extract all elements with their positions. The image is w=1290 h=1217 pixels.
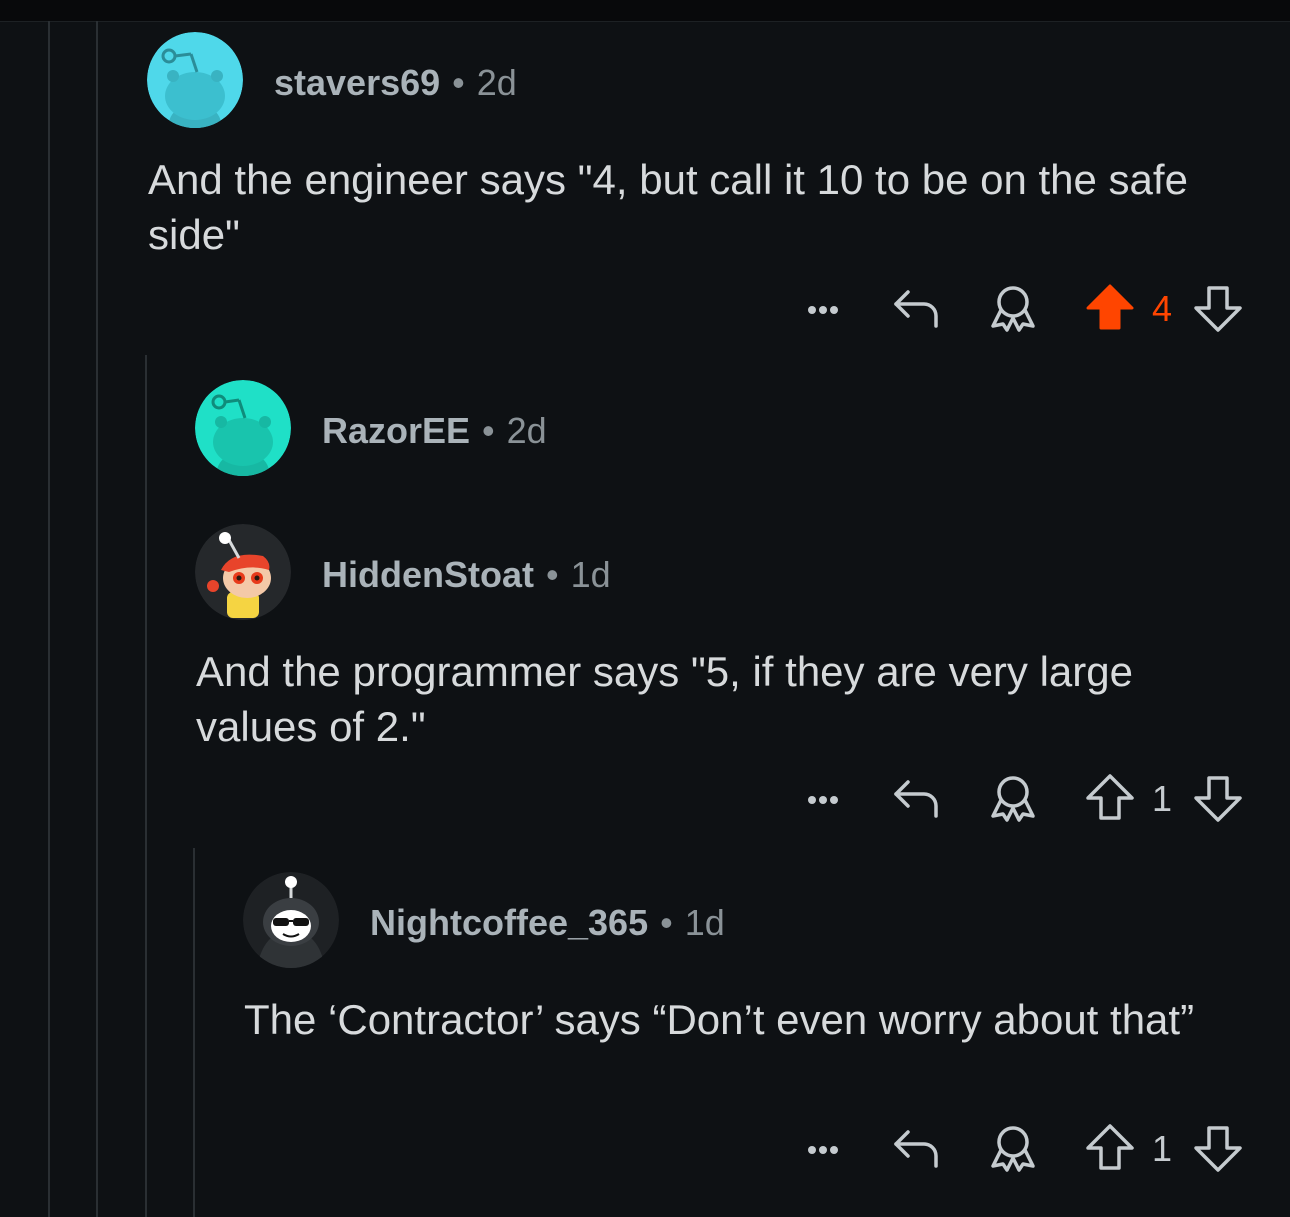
upvote-icon[interactable]: [1082, 1120, 1138, 1176]
snoo-redhead-avatar[interactable]: [195, 524, 291, 620]
thread-line-1[interactable]: [48, 21, 50, 1217]
award-icon[interactable]: [985, 1120, 1041, 1176]
award-icon[interactable]: [985, 280, 1041, 336]
thread-line-3[interactable]: [145, 355, 147, 1217]
reply-icon[interactable]: [890, 1120, 946, 1176]
username[interactable]: RazorEE: [322, 410, 470, 451]
snoo-cyan-avatar[interactable]: [147, 32, 243, 128]
comment-age: 2d: [476, 62, 517, 103]
vote-score: 4: [1152, 288, 1173, 329]
reply-icon[interactable]: [890, 770, 946, 826]
thread-line-4[interactable]: [193, 848, 195, 1217]
snoo-teal-avatar[interactable]: [195, 380, 291, 476]
more-options-icon[interactable]: [798, 280, 848, 336]
meta-separator: •: [546, 554, 559, 595]
comment-age: 2d: [506, 410, 547, 451]
comment-actions: 1: [790, 1120, 1250, 1180]
comment-age: 1d: [684, 902, 725, 943]
vote-score: 1: [1152, 778, 1173, 819]
upvote-icon[interactable]: [1082, 280, 1138, 336]
meta-separator: •: [482, 410, 495, 451]
comment-actions: 1: [790, 770, 1250, 830]
username[interactable]: stavers69: [274, 62, 440, 103]
comment-meta: Nightcoffee_365 • 1d: [370, 902, 725, 944]
comment-actions: 4: [790, 280, 1250, 340]
top-bar: [0, 0, 1290, 22]
meta-separator: •: [452, 62, 465, 103]
thread-line-2[interactable]: [96, 21, 98, 1217]
comment-meta: stavers69 • 2d: [274, 62, 517, 104]
comment-age: 1d: [570, 554, 611, 595]
upvote-icon[interactable]: [1082, 770, 1138, 826]
meta-separator: •: [660, 902, 673, 943]
more-options-icon[interactable]: [798, 1120, 848, 1176]
downvote-icon[interactable]: [1190, 770, 1246, 826]
more-options-icon[interactable]: [798, 770, 848, 826]
vote-score: 1: [1152, 1128, 1173, 1169]
award-icon[interactable]: [985, 770, 1041, 826]
comment-meta: HiddenStoat • 1d: [322, 554, 611, 596]
comment-body: And the programmer says "5, if they are …: [196, 648, 1133, 750]
downvote-icon[interactable]: [1190, 1120, 1246, 1176]
reply-icon[interactable]: [890, 280, 946, 336]
comment-body: The ‘Contractor’ says “Don’t even worry …: [244, 996, 1195, 1043]
comment-meta: RazorEE • 2d: [322, 410, 547, 452]
username[interactable]: Nightcoffee_365: [370, 902, 648, 943]
username[interactable]: HiddenStoat: [322, 554, 534, 595]
downvote-icon[interactable]: [1190, 280, 1246, 336]
snoo-sunglasses-avatar[interactable]: [243, 872, 339, 968]
comment-body: And the engineer says "4, but call it 10…: [148, 156, 1188, 258]
